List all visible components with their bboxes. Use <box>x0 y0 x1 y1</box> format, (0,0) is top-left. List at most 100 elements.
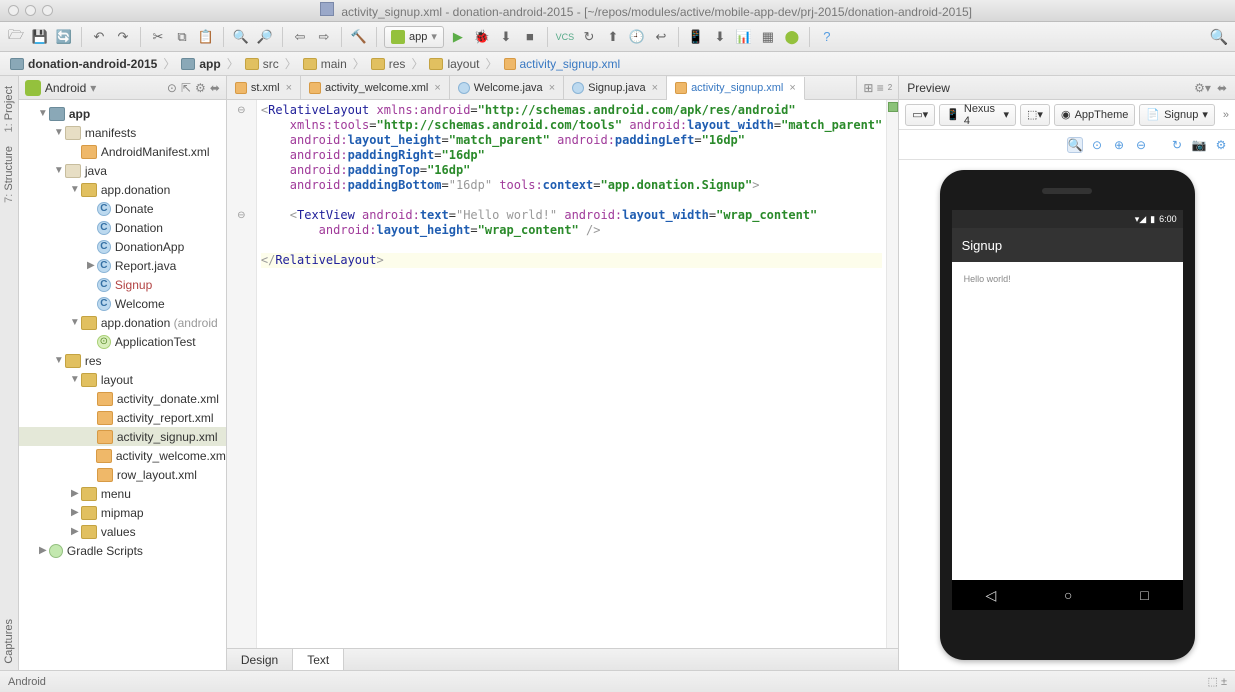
breadcrumb-project[interactable]: donation-android-2015 <box>6 57 161 71</box>
scroll-from-icon[interactable]: ⇱ <box>181 81 191 95</box>
undo-icon[interactable]: ↶ <box>89 27 109 47</box>
save-icon[interactable]: 💾 <box>30 27 50 47</box>
breadcrumb-src[interactable]: src <box>241 57 283 71</box>
zoom-in-icon[interactable]: ⊕ <box>1111 137 1127 153</box>
tab-overflow[interactable]: ⊞ ≡2 <box>856 76 898 99</box>
tree-donation[interactable]: CDonation <box>19 218 226 237</box>
tree-gradle[interactable]: ▶Gradle Scripts <box>19 541 226 560</box>
sdk-icon[interactable]: ⬇ <box>710 27 730 47</box>
forward-icon[interactable]: ⇨ <box>314 27 334 47</box>
gear-icon[interactable]: ⚙▾ <box>1194 81 1211 95</box>
build-icon[interactable]: 🔨 <box>349 27 369 47</box>
activity-selector[interactable]: 📄 Signup▾ <box>1139 104 1215 126</box>
vcs-update-icon[interactable]: ↻ <box>579 27 599 47</box>
breadcrumb-res[interactable]: res <box>367 57 410 71</box>
vcs-history-icon[interactable]: 🕘 <box>627 27 647 47</box>
avd-icon[interactable]: 📱 <box>686 27 706 47</box>
tree-report[interactable]: ▶CReport.java <box>19 256 226 275</box>
tree-donationapp[interactable]: CDonationApp <box>19 237 226 256</box>
tab-captures[interactable]: Captures <box>1 613 17 670</box>
paste-icon[interactable]: 📋 <box>196 27 216 47</box>
editor-tab-2[interactable]: Welcome.java× <box>450 76 564 99</box>
breadcrumb-layout[interactable]: layout <box>425 57 483 71</box>
tree-menu[interactable]: ▶menu <box>19 484 226 503</box>
editor-tab-3[interactable]: Signup.java× <box>564 76 667 99</box>
monitor-icon[interactable]: 📊 <box>734 27 754 47</box>
tree-layout-welcome[interactable]: activity_welcome.xm <box>19 446 226 465</box>
project-tree[interactable]: ▼app ▼manifests AndroidManifest.xml ▼jav… <box>19 100 226 670</box>
tree-manifests[interactable]: ▼manifests <box>19 123 226 142</box>
orientation-button[interactable]: ▭▾ <box>905 104 935 126</box>
tab-structure[interactable]: 7: Structure <box>1 140 17 209</box>
refresh-icon[interactable]: ↻ <box>1169 137 1185 153</box>
tree-layout-donate[interactable]: activity_donate.xml <box>19 389 226 408</box>
editor-tab-4[interactable]: activity_signup.xml× <box>667 77 805 100</box>
editor-gutter[interactable]: ⊖⊖ <box>227 100 257 648</box>
find-icon[interactable]: 🔍 <box>231 27 251 47</box>
breadcrumb-main[interactable]: main <box>299 57 351 71</box>
tree-layout-row[interactable]: row_layout.xml <box>19 465 226 484</box>
tree-pkg2[interactable]: ▼app.donation (android <box>19 313 226 332</box>
settings-preview-icon[interactable]: ⚙ <box>1213 137 1229 153</box>
tab-project[interactable]: 1: Project <box>1 80 17 138</box>
tree-applicationtest[interactable]: ⊙ApplicationTest <box>19 332 226 351</box>
help-icon[interactable]: ? <box>817 27 837 47</box>
editor-tab-0[interactable]: st.xml× <box>227 76 301 99</box>
preview-header: Preview ⚙▾ ⬌ <box>899 76 1235 100</box>
device-selector[interactable]: 📱 Nexus 4▾ <box>939 104 1016 126</box>
zoom-icon[interactable] <box>42 5 53 16</box>
tree-pkg1[interactable]: ▼app.donation <box>19 180 226 199</box>
theme-selector[interactable]: ◉ AppTheme <box>1054 104 1135 126</box>
code-editor[interactable]: <RelativeLayout xmlns:android="http://sc… <box>257 100 886 648</box>
project-view-label[interactable]: Android <box>45 81 86 95</box>
tree-welcome[interactable]: CWelcome <box>19 294 226 313</box>
editor-tab-1[interactable]: activity_welcome.xml× <box>301 76 450 99</box>
zoom-out-icon[interactable]: ⊖ <box>1133 137 1149 153</box>
collapse-icon[interactable]: ⊙ <box>167 81 177 95</box>
cut-icon[interactable]: ✂ <box>148 27 168 47</box>
android-tool-icon[interactable]: ⬤ <box>782 27 802 47</box>
run-button[interactable]: ▶ <box>448 27 468 47</box>
tree-res[interactable]: ▼res <box>19 351 226 370</box>
settings-icon[interactable]: ⚙ <box>195 81 206 95</box>
tree-java[interactable]: ▼java <box>19 161 226 180</box>
breadcrumb-file[interactable]: activity_signup.xml <box>500 57 625 71</box>
error-stripe[interactable] <box>886 100 898 648</box>
vcs-revert-icon[interactable]: ↩ <box>651 27 671 47</box>
replace-icon[interactable]: 🔎 <box>255 27 275 47</box>
debug-button[interactable]: 🐞 <box>472 27 492 47</box>
screenshot-icon[interactable]: 📷 <box>1191 137 1207 153</box>
status-icon[interactable]: ⬚ ± <box>1208 675 1228 688</box>
stop-icon[interactable]: ■ <box>520 27 540 47</box>
tree-layout[interactable]: ▼layout <box>19 370 226 389</box>
search-icon[interactable]: 🔍 <box>1209 27 1229 47</box>
tree-signup[interactable]: CSignup <box>19 275 226 294</box>
zoom-fit-icon[interactable]: 🔍 <box>1067 137 1083 153</box>
attach-icon[interactable]: ⬇ <box>496 27 516 47</box>
tree-layout-signup[interactable]: activity_signup.xml <box>19 427 226 446</box>
close-icon[interactable] <box>8 5 19 16</box>
back-icon[interactable]: ⇦ <box>290 27 310 47</box>
run-config-selector[interactable]: app ▾ <box>384 26 444 48</box>
sync-icon[interactable]: 🔄 <box>54 27 74 47</box>
tree-mipmap[interactable]: ▶mipmap <box>19 503 226 522</box>
vcs-commit-icon[interactable]: ⬆ <box>603 27 623 47</box>
tree-layout-report[interactable]: activity_report.xml <box>19 408 226 427</box>
hide-preview-icon[interactable]: ⬌ <box>1217 81 1227 95</box>
open-icon[interactable]: 🗁 <box>6 27 26 47</box>
tree-donate[interactable]: CDonate <box>19 199 226 218</box>
vcs-icon[interactable]: VCS <box>555 27 575 47</box>
layout-icon[interactable]: ▦ <box>758 27 778 47</box>
tree-app[interactable]: ▼app <box>19 104 226 123</box>
tree-values[interactable]: ▶values <box>19 522 226 541</box>
tab-design[interactable]: Design <box>227 649 293 670</box>
breadcrumb-app[interactable]: app <box>177 57 224 71</box>
tab-text[interactable]: Text <box>293 649 344 670</box>
redo-icon[interactable]: ↷ <box>113 27 133 47</box>
zoom-actual-icon[interactable]: ⊙ <box>1089 137 1105 153</box>
api-selector[interactable]: ⬚▾ <box>1020 104 1050 126</box>
minimize-icon[interactable] <box>25 5 36 16</box>
tree-androidmanifest[interactable]: AndroidManifest.xml <box>19 142 226 161</box>
copy-icon[interactable]: ⧉ <box>172 27 192 47</box>
hide-icon[interactable]: ⬌ <box>210 81 220 95</box>
